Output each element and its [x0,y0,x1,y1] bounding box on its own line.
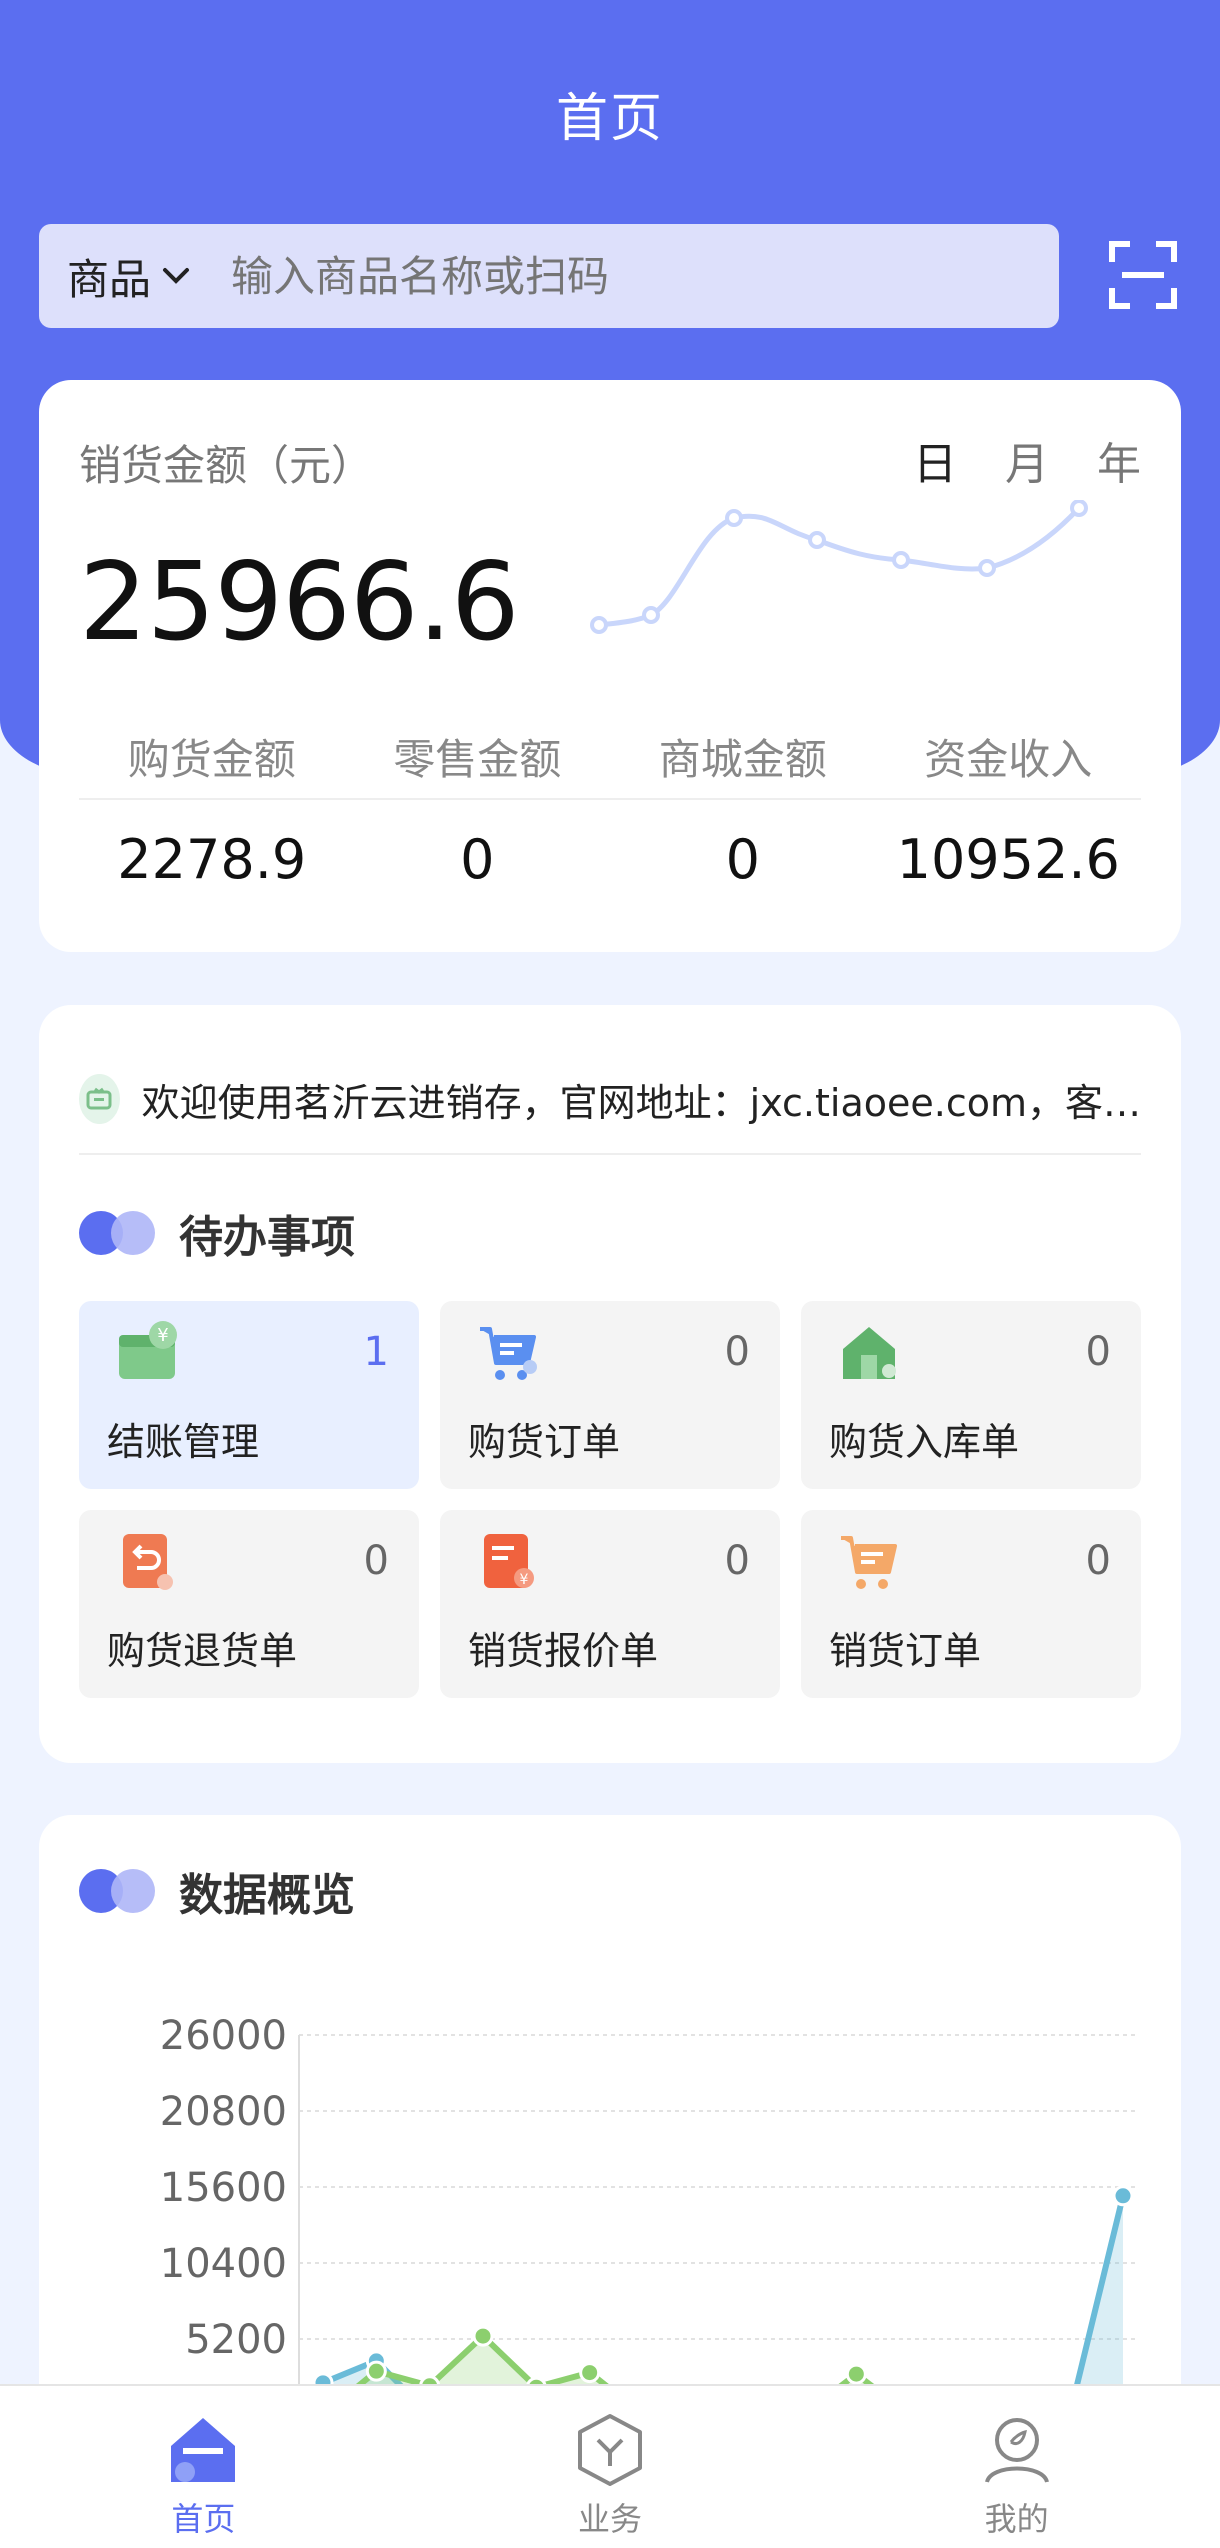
todo-count: 0 [1085,1329,1111,1375]
tab-label: 我的 [984,2500,1049,2538]
sales-amount-label: 销货金额（元） [79,441,374,490]
todo-tile-checkout[interactable]: ¥ 1 结账管理 [79,1301,419,1489]
tab-year[interactable]: 年 [1097,428,1141,492]
return-icon [123,1534,173,1590]
stat-label: 商城金额 [610,720,876,800]
tab-month[interactable]: 月 [1005,428,1049,492]
stat-value: 10952.6 [896,828,1120,891]
business-icon [578,2414,642,2486]
tab-business[interactable]: 业务 [407,2386,814,2548]
scan-icon[interactable] [1108,240,1178,310]
tab-day[interactable]: 日 [913,428,957,492]
todo-count: 0 [363,1538,389,1584]
notice-icon [79,1074,120,1124]
data-point [365,2360,387,2382]
period-tabs: 日 月 年 [913,428,1141,492]
y-tick-label: 15600 [160,2165,287,2211]
todo-label: 结账管理 [107,1420,260,1464]
svg-text:¥: ¥ [520,1572,529,1588]
todo-tile-sales-quote[interactable]: ¥ 0 销货报价单 [440,1510,780,1698]
tab-label: 业务 [578,2500,643,2538]
todo-count: 0 [724,1538,750,1584]
wallet-icon: ¥ [119,1321,177,1379]
warehouse-icon [843,1327,896,1379]
stat-value: 2278.9 [117,828,307,891]
tab-home[interactable]: 首页 [0,2386,407,2548]
sales-stats: 购货金额 零售金额 商城金额 资金收入 2278.9 0 0 10952.6 [79,720,1141,920]
sales-cart-icon [841,1536,897,1589]
data-point [1112,2185,1134,2207]
search-input[interactable] [231,251,1012,301]
todo-tile-purchase-inbound[interactable]: 0 购货入库单 [801,1301,1141,1489]
todo-tile-purchase-order[interactable]: 0 购货订单 [440,1301,780,1489]
notice-bar[interactable]: 欢迎使用茗沂云进销存，官网地址：jxc.tiaoee.com，客… [79,1045,1141,1155]
todo-section-header: 待办事项 [79,1201,355,1265]
sales-amount-value: 25966.6 [79,540,520,665]
category-dropdown[interactable]: 商品 [67,246,231,307]
chevron-down-icon [163,268,190,284]
stat-label: 零售金额 [344,720,610,800]
y-tick-label: 26000 [160,2013,287,2059]
todo-grid: ¥ 1 结账管理 0 购货订单 0 购货入库单 0 购货退货单 ¥ 0 销货报价… [79,1301,1141,1698]
stat-label: 资金收入 [875,720,1141,800]
bottom-tab-bar: 首页 业务 我的 [0,2384,1220,2548]
todo-tile-sales-order[interactable]: 0 销货订单 [801,1510,1141,1698]
notice-text: 欢迎使用茗沂云进销存，官网地址：jxc.tiaoee.com，客… [141,1080,1141,1125]
todo-count: 0 [724,1329,750,1375]
todo-tile-purchase-return[interactable]: 0 购货退货单 [79,1510,419,1698]
sales-sparkline [590,500,1088,634]
section-dots-icon [79,1869,157,1913]
data-point [472,2325,494,2347]
overview-section-header: 数据概览 [79,1859,355,1923]
tab-label: 首页 [171,2500,236,2538]
home-icon [171,2418,236,2482]
stat-label: 购货金额 [79,720,345,800]
cart-icon [480,1327,537,1380]
sales-summary-card: 销货金额（元） 日 月 年 25966.6 购货金额 零售金额 商城金额 资金收… [39,380,1181,952]
y-tick-label: 10400 [160,2241,287,2287]
todo-count: 1 [363,1329,389,1375]
data-point [845,2363,867,2385]
y-tick-label: 20800 [160,2089,287,2135]
y-tick-label: 5200 [185,2317,287,2363]
overview-title: 数据概览 [179,1870,355,1921]
data-point [579,2362,601,2384]
tab-profile[interactable]: 我的 [813,2386,1220,2548]
todo-title: 待办事项 [179,1212,355,1263]
profile-icon [984,2418,1049,2483]
section-dots-icon [79,1211,157,1255]
todo-label: 购货订单 [468,1420,621,1464]
todo-count: 0 [1085,1538,1111,1584]
todo-card: 欢迎使用茗沂云进销存，官网地址：jxc.tiaoee.com，客… 待办事项 ¥… [39,1005,1181,1763]
page-title: 首页 [555,89,664,149]
todo-label: 销货报价单 [468,1629,659,1673]
todo-label: 购货入库单 [829,1420,1020,1464]
todo-label: 购货退货单 [107,1629,298,1673]
todo-label: 销货订单 [829,1629,982,1673]
search-bar: 商品 [39,224,1059,328]
stat-value: 0 [725,828,760,891]
category-label: 商品 [67,254,152,304]
svg-text:¥: ¥ [157,1325,168,1346]
quote-icon: ¥ [484,1534,534,1588]
stat-value: 0 [460,828,495,891]
